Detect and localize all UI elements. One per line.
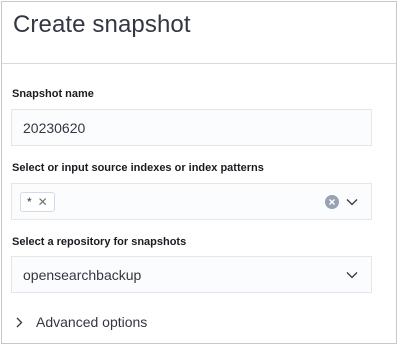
repository-label: Select a repository for snapshots xyxy=(12,236,187,248)
chevron-right-icon xyxy=(16,316,26,328)
snapshot-name-label: Snapshot name xyxy=(12,88,94,100)
chevron-down-icon[interactable] xyxy=(345,268,359,282)
indexes-label: Select or input source indexes or index … xyxy=(12,162,264,174)
chevron-down-icon[interactable] xyxy=(345,195,359,209)
indexes-combobox[interactable]: * ✕ xyxy=(11,183,372,220)
create-snapshot-panel: Create snapshot Snapshot name 20230620 S… xyxy=(1,1,397,344)
clear-circle-icon[interactable] xyxy=(325,194,339,209)
advanced-options-label: Advanced options xyxy=(36,314,148,330)
repository-select[interactable]: opensearchbackup xyxy=(11,256,372,293)
repository-selected-value[interactable]: opensearchbackup xyxy=(12,267,345,283)
panel-header: Create snapshot xyxy=(2,2,396,64)
snapshot-name-value[interactable]: 20230620 xyxy=(12,120,371,136)
chip-label: * xyxy=(27,194,32,209)
chip-remove-icon[interactable]: ✕ xyxy=(38,196,48,208)
advanced-options-toggle[interactable]: Advanced options xyxy=(16,314,147,330)
snapshot-name-field[interactable]: 20230620 xyxy=(11,109,372,146)
page-title: Create snapshot xyxy=(13,11,191,38)
index-pattern-chip: * ✕ xyxy=(20,191,55,212)
